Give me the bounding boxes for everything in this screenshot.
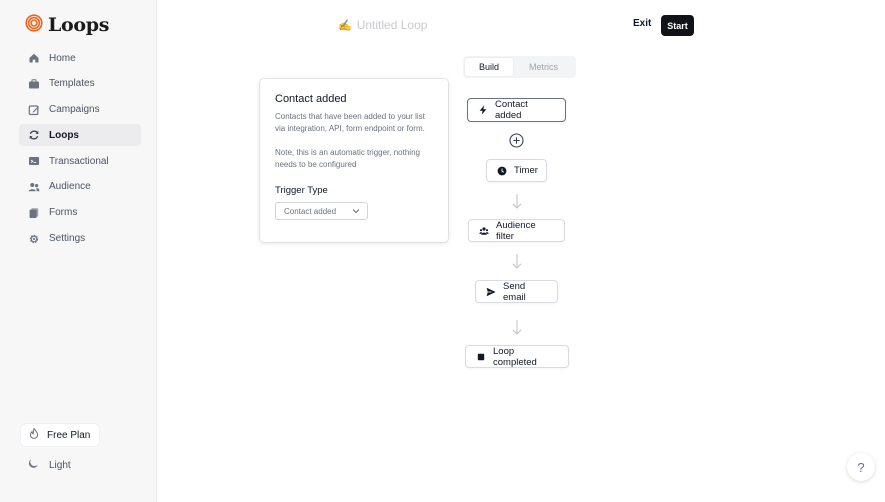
panel-note: Note, this is an automatic trigger, noth… bbox=[275, 148, 420, 169]
loops-logo-icon bbox=[25, 13, 43, 37]
flow-node-audience-filter[interactable]: Audience filter bbox=[468, 219, 565, 242]
sidebar-item-label: Settings bbox=[49, 233, 86, 245]
clock-icon bbox=[497, 166, 507, 175]
send-icon bbox=[486, 287, 496, 296]
users-icon bbox=[479, 226, 489, 235]
loop-title[interactable]: ✍️ Untitled Loop bbox=[338, 17, 427, 33]
flow-node-label: Loop completed bbox=[493, 345, 537, 368]
trigger-type-value: Contact added bbox=[284, 206, 337, 216]
sidebar-nav: Home Templates Campaigns Loops Transacti… bbox=[19, 47, 141, 253]
arrow-down-icon bbox=[512, 320, 522, 335]
chevron-down-icon bbox=[352, 207, 360, 216]
briefcase-icon bbox=[28, 78, 40, 90]
flow-node-label: Send email bbox=[503, 280, 526, 303]
document-icon bbox=[28, 207, 40, 219]
moon-icon bbox=[28, 458, 39, 472]
arrow-down-icon bbox=[512, 194, 522, 209]
home-icon bbox=[28, 52, 40, 64]
sidebar-item-audience[interactable]: Audience bbox=[19, 176, 141, 198]
lightning-icon bbox=[479, 105, 487, 115]
view-tabs: Build Metrics bbox=[463, 56, 576, 78]
arrow-down-icon bbox=[512, 254, 522, 269]
sidebar-item-loops[interactable]: Loops bbox=[19, 124, 141, 147]
sidebar-item-label: Loops bbox=[49, 129, 79, 141]
stop-icon bbox=[477, 353, 485, 360]
edit-icon bbox=[28, 104, 40, 116]
logo-text: Loops bbox=[48, 14, 110, 36]
flow-node-timer[interactable]: Timer bbox=[486, 159, 547, 182]
exit-button[interactable]: Exit bbox=[633, 18, 651, 29]
trigger-type-label: Trigger Type bbox=[275, 185, 328, 196]
flow-node-label: Contact added bbox=[495, 99, 528, 121]
start-button[interactable]: Start bbox=[661, 15, 694, 36]
gear-icon bbox=[28, 233, 40, 245]
free-plan-label: Free Plan bbox=[47, 429, 91, 441]
flow-node-contact-added[interactable]: Contact added bbox=[467, 98, 566, 122]
loop-title-text: Untitled Loop bbox=[356, 18, 428, 32]
sidebar-item-label: Audience bbox=[49, 181, 91, 193]
flow-node-label: Timer bbox=[514, 165, 538, 176]
trigger-type-select[interactable]: Contact added bbox=[275, 202, 368, 220]
tab-build[interactable]: Build bbox=[465, 58, 513, 76]
writing-hand-emoji: ✍️ bbox=[338, 19, 352, 32]
theme-toggle[interactable]: Light bbox=[28, 457, 71, 473]
sidebar-item-label: Templates bbox=[49, 78, 95, 90]
sidebar-item-settings[interactable]: Settings bbox=[19, 228, 141, 250]
sidebar-item-label: Forms bbox=[49, 207, 78, 219]
flow-node-send-email[interactable]: Send email bbox=[475, 280, 558, 303]
panel-description: Contacts that have been added to your li… bbox=[275, 112, 425, 133]
sidebar-item-label: Campaigns bbox=[49, 104, 100, 116]
sidebar-item-label: Home bbox=[49, 52, 76, 64]
panel-title: Contact added bbox=[275, 93, 347, 105]
refresh-icon bbox=[28, 129, 40, 141]
flow-node-loop-completed[interactable]: Loop completed bbox=[465, 345, 569, 368]
sidebar-item-transactional[interactable]: Transactional bbox=[19, 150, 141, 172]
free-plan-button[interactable]: Free Plan bbox=[21, 424, 100, 446]
terminal-icon bbox=[28, 155, 40, 167]
add-step-icon[interactable] bbox=[509, 133, 524, 148]
logo[interactable]: Loops bbox=[25, 13, 110, 37]
theme-label: Light bbox=[49, 459, 71, 471]
users-icon bbox=[28, 181, 40, 193]
help-button[interactable]: ? bbox=[847, 453, 875, 481]
sidebar-item-campaigns[interactable]: Campaigns bbox=[19, 99, 141, 121]
tab-metrics[interactable]: Metrics bbox=[513, 58, 574, 76]
sidebar: Loops Home Templates Campaigns Loops Tra… bbox=[0, 0, 157, 502]
trigger-details-panel: Contact added Contacts that have been ad… bbox=[260, 79, 448, 242]
flow-node-label: Audience filter bbox=[496, 219, 536, 242]
sidebar-item-home[interactable]: Home bbox=[19, 47, 141, 69]
sidebar-item-label: Transactional bbox=[49, 155, 109, 167]
sidebar-item-templates[interactable]: Templates bbox=[19, 73, 141, 95]
flame-icon bbox=[29, 427, 39, 442]
sidebar-item-forms[interactable]: Forms bbox=[19, 202, 141, 224]
